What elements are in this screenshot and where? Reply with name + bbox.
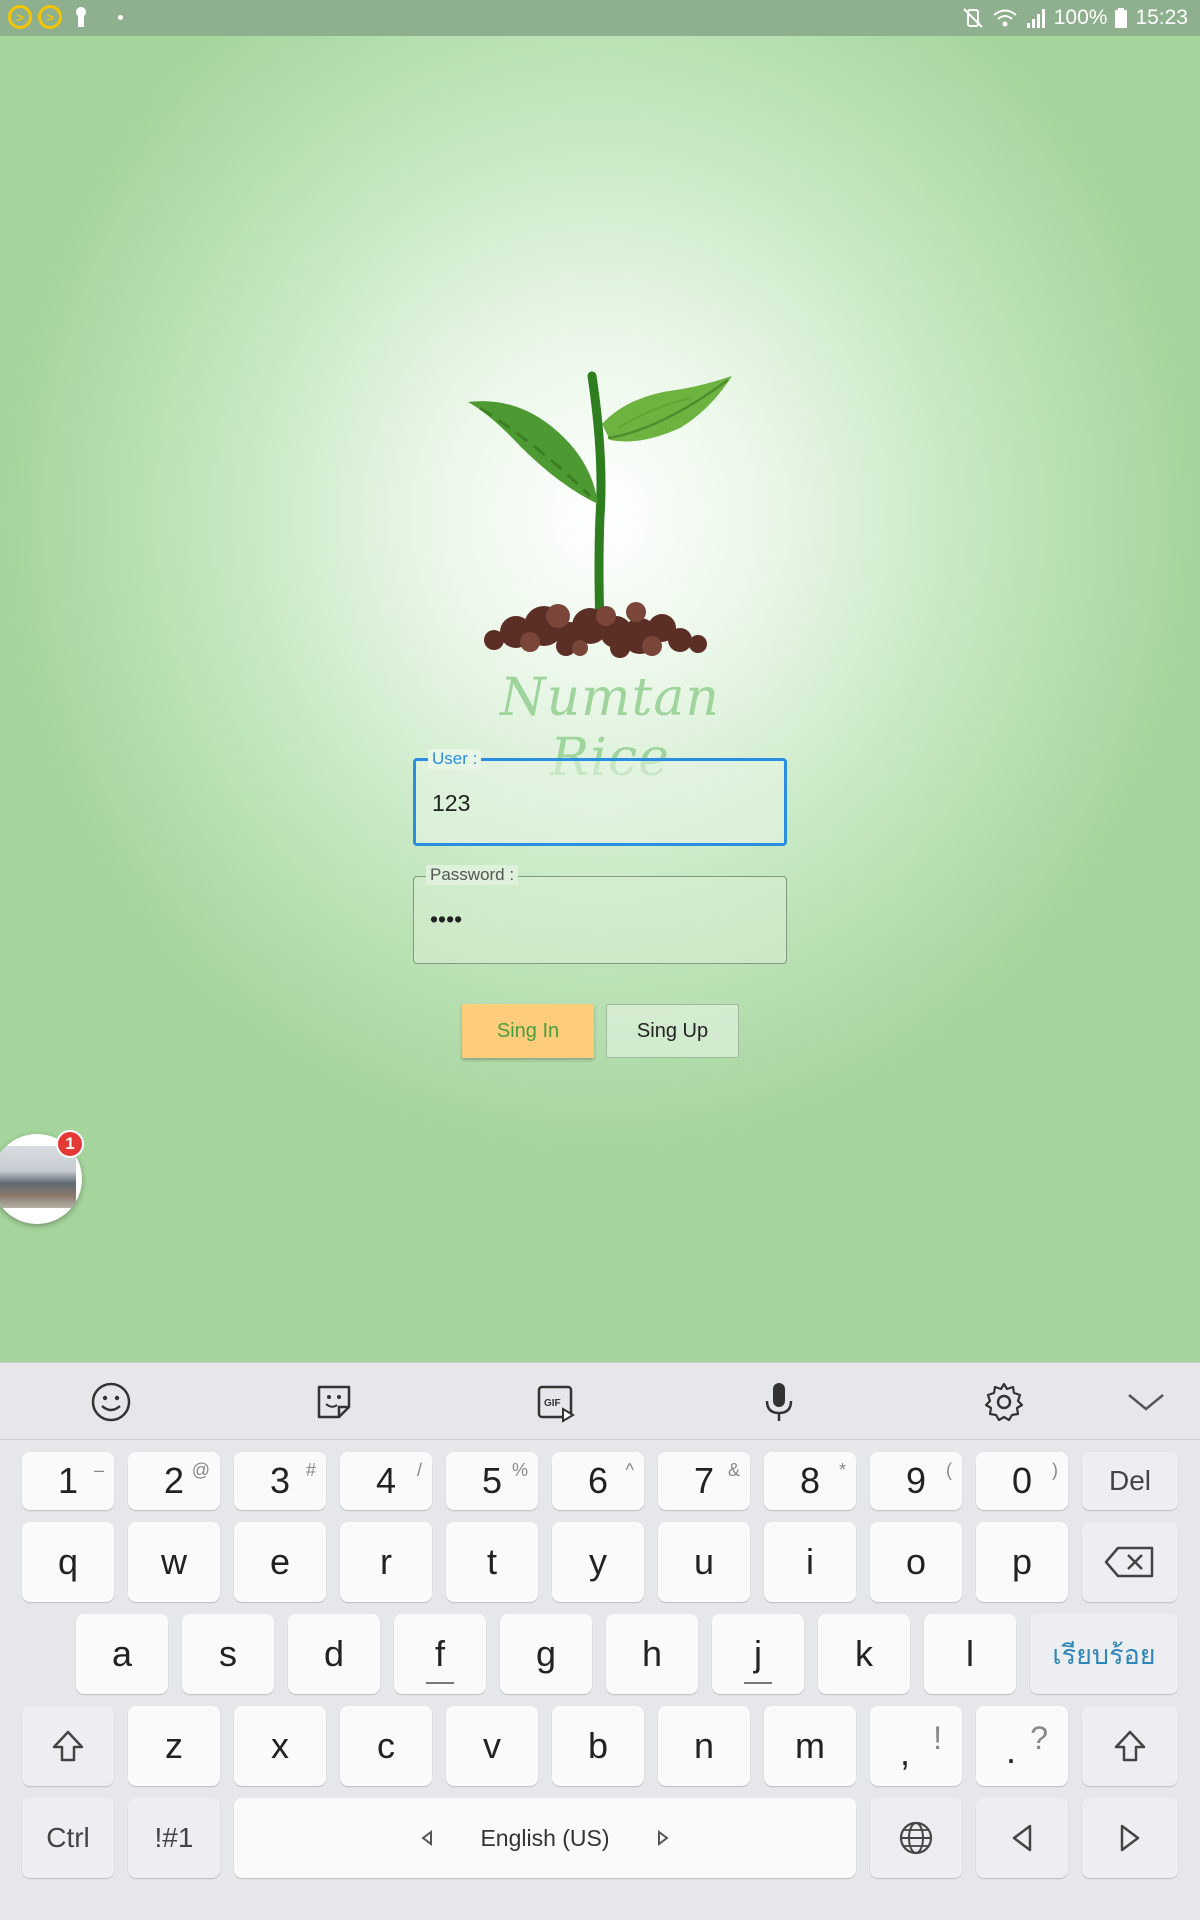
key-x[interactable]: x	[234, 1706, 326, 1786]
key-comma[interactable]: ,!	[870, 1706, 962, 1786]
key-q[interactable]: q	[22, 1522, 114, 1602]
cursor-left-key[interactable]	[976, 1798, 1068, 1878]
shift-key-right[interactable]	[1082, 1706, 1178, 1786]
key-2[interactable]: 2 @	[128, 1452, 220, 1510]
key-s[interactable]: s	[182, 1614, 274, 1694]
key-h[interactable]: h	[606, 1614, 698, 1694]
key-y[interactable]: y	[552, 1522, 644, 1602]
password-field[interactable]: Password :	[413, 865, 787, 964]
gif-icon[interactable]: GIF	[532, 1378, 580, 1426]
key-4[interactable]: 4/	[340, 1452, 432, 1510]
key-c[interactable]: c	[340, 1706, 432, 1786]
keyboard-toolbar: GIF	[0, 1362, 1200, 1440]
left-arrow-icon	[1012, 1824, 1032, 1852]
key-7[interactable]: 7 &	[658, 1452, 750, 1510]
key-period[interactable]: .?	[976, 1706, 1068, 1786]
space-key[interactable]: English (US)	[234, 1798, 856, 1878]
rice-sprout-logo	[468, 371, 732, 658]
right-triangle-icon	[658, 1830, 669, 1846]
password-input[interactable]	[430, 899, 760, 939]
key-b[interactable]: b	[552, 1706, 644, 1786]
collapse-icon[interactable]	[1122, 1378, 1170, 1426]
key-t[interactable]: t	[446, 1522, 538, 1602]
key-9[interactable]: 9(	[870, 1452, 962, 1510]
key-n[interactable]: n	[658, 1706, 750, 1786]
wifi-icon	[993, 9, 1017, 27]
right-arrow-icon	[1120, 1824, 1140, 1852]
status-bar: > > 100% 15:23	[0, 0, 1200, 36]
key-3[interactable]: 3 #	[234, 1452, 326, 1510]
left-triangle-icon	[421, 1830, 432, 1846]
key-j[interactable]: j	[712, 1614, 804, 1694]
key-i[interactable]: i	[764, 1522, 856, 1602]
key-8[interactable]: 8 *	[764, 1452, 856, 1510]
space-label: English (US)	[480, 1824, 610, 1851]
key-m[interactable]: m	[764, 1706, 856, 1786]
key-v[interactable]: v	[446, 1706, 538, 1786]
login-screen: Numtan Rice User : Password : Sing In Si…	[0, 36, 1200, 1362]
ctrl-key[interactable]: Ctrl	[22, 1798, 114, 1878]
mute-vibrate-icon	[963, 8, 983, 28]
notification-badge: 1	[56, 1130, 84, 1158]
done-key[interactable]: เรียบร้อย	[1030, 1614, 1178, 1694]
key-d[interactable]: d	[288, 1614, 380, 1694]
backspace-key[interactable]	[1082, 1522, 1178, 1602]
svg-text:GIF: GIF	[544, 1398, 561, 1409]
user-input[interactable]	[432, 783, 762, 823]
key-l[interactable]: l	[924, 1614, 1016, 1694]
battery-percent: 100%	[1053, 6, 1108, 29]
sign-up-button[interactable]: Sing Up	[606, 1004, 739, 1058]
symbols-key[interactable]: !#1	[128, 1798, 220, 1878]
key-a[interactable]: a	[76, 1614, 168, 1694]
signal-icon	[1026, 9, 1045, 28]
del-key[interactable]: Del	[1082, 1452, 1178, 1510]
user-label: User :	[428, 749, 482, 769]
key-g[interactable]: g	[500, 1614, 592, 1694]
key-o[interactable]: o	[870, 1522, 962, 1602]
globe-icon	[899, 1821, 933, 1855]
key-k[interactable]: k	[818, 1614, 910, 1694]
dot-icon	[118, 14, 123, 20]
sign-in-button[interactable]: Sing In	[462, 1004, 594, 1058]
key-f[interactable]: f	[394, 1614, 486, 1694]
settings-icon[interactable]	[980, 1378, 1028, 1426]
user-field[interactable]: User :	[413, 749, 787, 846]
clock: 15:23	[1135, 6, 1188, 29]
password-label: Password :	[426, 865, 519, 885]
key-u[interactable]: u	[658, 1522, 750, 1602]
shift-icon	[1114, 1730, 1146, 1762]
emoji-icon[interactable]	[87, 1378, 135, 1426]
key-e[interactable]: e	[234, 1522, 326, 1602]
plex-icon: >	[8, 5, 32, 29]
shift-icon	[52, 1730, 84, 1762]
key-0[interactable]: 0)	[976, 1452, 1068, 1510]
key-p[interactable]: p	[976, 1522, 1068, 1602]
battery-icon	[1115, 8, 1128, 28]
backspace-icon	[1104, 1546, 1154, 1578]
key-5[interactable]: 5%	[446, 1452, 538, 1510]
microphone-icon[interactable]	[755, 1378, 803, 1426]
key-w[interactable]: w	[128, 1522, 220, 1602]
key-1[interactable]: 1–	[22, 1452, 114, 1510]
key-r[interactable]: r	[340, 1522, 432, 1602]
shift-key-left[interactable]	[22, 1706, 114, 1786]
keyboard: 1– 2 @ 3 # 4/ 5% 6 ^ 7 & 8 * 9( 0) Del q w e …	[0, 1440, 1200, 1920]
key-z[interactable]: z	[128, 1706, 220, 1786]
language-key[interactable]	[870, 1798, 962, 1878]
sticker-icon[interactable]	[310, 1378, 358, 1426]
key-6[interactable]: 6 ^	[552, 1452, 644, 1510]
cursor-right-key[interactable]	[1082, 1798, 1178, 1878]
keyhole-icon	[76, 7, 86, 27]
plex-icon: >	[38, 5, 62, 29]
